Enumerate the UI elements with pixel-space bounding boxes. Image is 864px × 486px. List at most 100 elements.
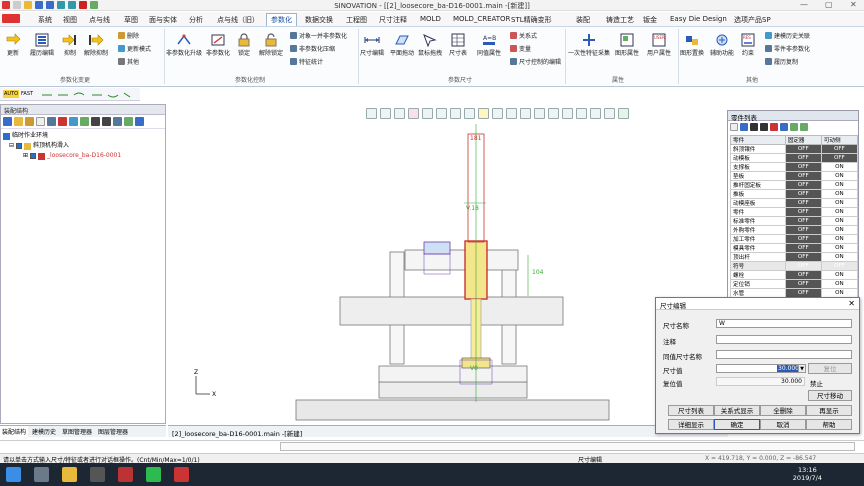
dim-label[interactable]: 104 — [532, 269, 544, 276]
table-row[interactable]: 动模板 OFF OFF — [730, 153, 859, 163]
list-tool-icon[interactable] — [113, 117, 122, 126]
table-row[interactable]: 模具零件 OFF ON — [730, 243, 859, 253]
delete-all-button[interactable]: 全删除 — [760, 405, 806, 416]
view-iso-icon[interactable] — [478, 108, 489, 119]
view-top-icon[interactable] — [492, 108, 503, 119]
state-toggle-cell[interactable]: OFF — [820, 261, 859, 271]
user-attr-button[interactable]: USER 用户属性 — [647, 33, 671, 57]
fast-button[interactable]: FAST — [20, 90, 34, 98]
new-part-icon[interactable] — [730, 123, 738, 131]
relation-button[interactable]: 关系式 — [510, 31, 537, 40]
update-mode-button[interactable]: 更新模式 — [118, 44, 151, 53]
state-toggle-cell[interactable]: OFF — [784, 261, 822, 271]
history-copy-button[interactable]: 履历复制 — [765, 57, 798, 66]
grid-part-icon[interactable] — [760, 123, 768, 131]
ok-button[interactable]: 确定 — [714, 419, 760, 430]
view-light-icon[interactable] — [590, 108, 601, 119]
binoculars2-icon[interactable] — [102, 117, 111, 126]
dim-table-button[interactable]: 尺寸表 — [449, 33, 467, 57]
save-tool-icon[interactable] — [3, 117, 12, 126]
visibility-checkbox[interactable] — [16, 143, 23, 149]
state-toggle-cell[interactable]: OFF — [784, 171, 822, 181]
state-toggle-cell[interactable]: OFF — [784, 144, 822, 154]
state-toggle-cell[interactable]: OFF — [784, 243, 822, 253]
variable-button[interactable]: 变量 — [510, 44, 531, 53]
search-icon[interactable] — [34, 467, 49, 482]
state-toggle-cell[interactable]: ON — [820, 279, 859, 289]
dim-label[interactable]: V.18 — [466, 205, 479, 212]
minimize-button[interactable]: — — [800, 0, 808, 9]
constraint-button[interactable]: RES 约束 — [740, 33, 756, 57]
tab-assembly-structure[interactable]: 装配结构 — [0, 426, 29, 437]
tab-surface-solid[interactable]: 面与实体 — [149, 15, 177, 25]
state-toggle-cell[interactable]: ON — [820, 252, 859, 262]
view-grid-icon[interactable] — [604, 108, 615, 119]
view-wire-icon[interactable] — [548, 108, 559, 119]
state-toggle-cell[interactable]: OFF — [784, 252, 822, 262]
other-button[interactable]: 其他 — [118, 57, 139, 66]
state-toggle-cell[interactable]: OFF — [820, 144, 859, 154]
table-row[interactable]: 加工零件 OFF ON — [730, 234, 859, 244]
state-toggle-cell[interactable]: OFF — [784, 216, 822, 226]
color-tool-icon[interactable] — [58, 117, 67, 126]
nonparam-button[interactable]: 非参数化 — [206, 33, 230, 57]
tab-point-line-old[interactable]: 点与线（旧） — [217, 15, 259, 25]
suppress-button[interactable]: 抑制 — [62, 33, 78, 57]
tab-layer-manager[interactable]: 图层管理器 — [96, 426, 130, 437]
state-toggle-cell[interactable]: OFF — [784, 234, 822, 244]
state-toggle-cell[interactable]: OFF — [784, 225, 822, 235]
reset-button[interactable]: 复位 — [808, 363, 852, 374]
dim-value-input[interactable]: 30.000 — [716, 364, 803, 373]
state-toggle-cell[interactable]: OFF — [820, 153, 859, 163]
document-tab[interactable]: [2]_loosecore_ba-D16-0001.main -[新建] — [168, 425, 728, 438]
tree-node[interactable]: ⊟ 斜顶机构滑入 — [3, 141, 163, 151]
state-toggle-cell[interactable]: OFF — [784, 198, 822, 208]
table-row[interactable]: 动模座板 OFF ON — [730, 198, 859, 208]
cancel-button[interactable]: 取消 — [760, 419, 806, 430]
state-toggle-cell[interactable]: ON — [820, 234, 859, 244]
state-toggle-cell[interactable]: OFF — [784, 162, 822, 172]
close-button[interactable]: ✕ — [850, 0, 857, 9]
view-back-icon[interactable] — [436, 108, 447, 119]
feature-stats-button[interactable]: 特征统计 — [290, 57, 323, 66]
state-toggle-cell[interactable]: ON — [820, 198, 859, 208]
dim-label[interactable]: 181 — [470, 135, 482, 142]
table-part-icon[interactable] — [780, 123, 788, 131]
maximize-button[interactable]: ▢ — [825, 0, 833, 9]
state-toggle-cell[interactable]: ON — [820, 171, 859, 181]
view-front-icon[interactable] — [422, 108, 433, 119]
column-header[interactable]: 零件 — [730, 135, 786, 145]
tab-parametric[interactable]: 参数化 — [266, 13, 297, 26]
same-attr-button[interactable]: A=B 同值属性 — [477, 33, 501, 57]
table-row[interactable]: 标准零件 OFF ON — [730, 216, 859, 226]
link-tool-icon[interactable] — [69, 117, 78, 126]
state-toggle-cell[interactable]: ON — [820, 189, 859, 199]
nonparam-compress-button[interactable]: 非参数化压缩 — [290, 44, 335, 53]
cad-model-drawing[interactable]: 181 V.18 104 V0 Z X — [168, 104, 725, 424]
value-dropdown-icon[interactable]: ▼ — [798, 364, 806, 373]
view-left-icon[interactable] — [450, 108, 461, 119]
state-toggle-cell[interactable]: OFF — [784, 189, 822, 199]
lock-button[interactable]: 锁定 — [236, 33, 252, 57]
tab-options-sp[interactable]: 选项产品SP — [734, 15, 771, 25]
view-box-icon[interactable] — [520, 108, 531, 119]
view-fit-icon[interactable] — [366, 108, 377, 119]
tab-system[interactable]: 系统 — [38, 15, 52, 25]
file-menu-icon[interactable] — [2, 14, 20, 25]
calculator-icon[interactable] — [90, 467, 105, 482]
start-icon[interactable] — [6, 467, 21, 482]
tab-dim-annotation[interactable]: 尺寸注释 — [379, 15, 407, 25]
view-bottom-icon[interactable] — [506, 108, 517, 119]
delete-button[interactable]: 删除 — [118, 31, 139, 40]
help-button[interactable]: 帮助 — [806, 419, 852, 430]
visibility-checkbox[interactable] — [30, 153, 37, 159]
tab-stl-deform[interactable]: STL精确变形 — [511, 15, 552, 25]
tab-mold[interactable]: MOLD — [420, 15, 441, 23]
list-part-icon[interactable] — [750, 123, 758, 131]
command-input[interactable] — [280, 442, 855, 451]
dim-label[interactable]: V0 — [470, 365, 478, 372]
command-input-row[interactable] — [0, 440, 864, 452]
export-part-icon[interactable] — [790, 123, 798, 131]
unsuppress-button[interactable]: 解除抑制 — [84, 33, 108, 57]
tab-sketch-manager[interactable]: 草图管理器 — [60, 426, 94, 437]
